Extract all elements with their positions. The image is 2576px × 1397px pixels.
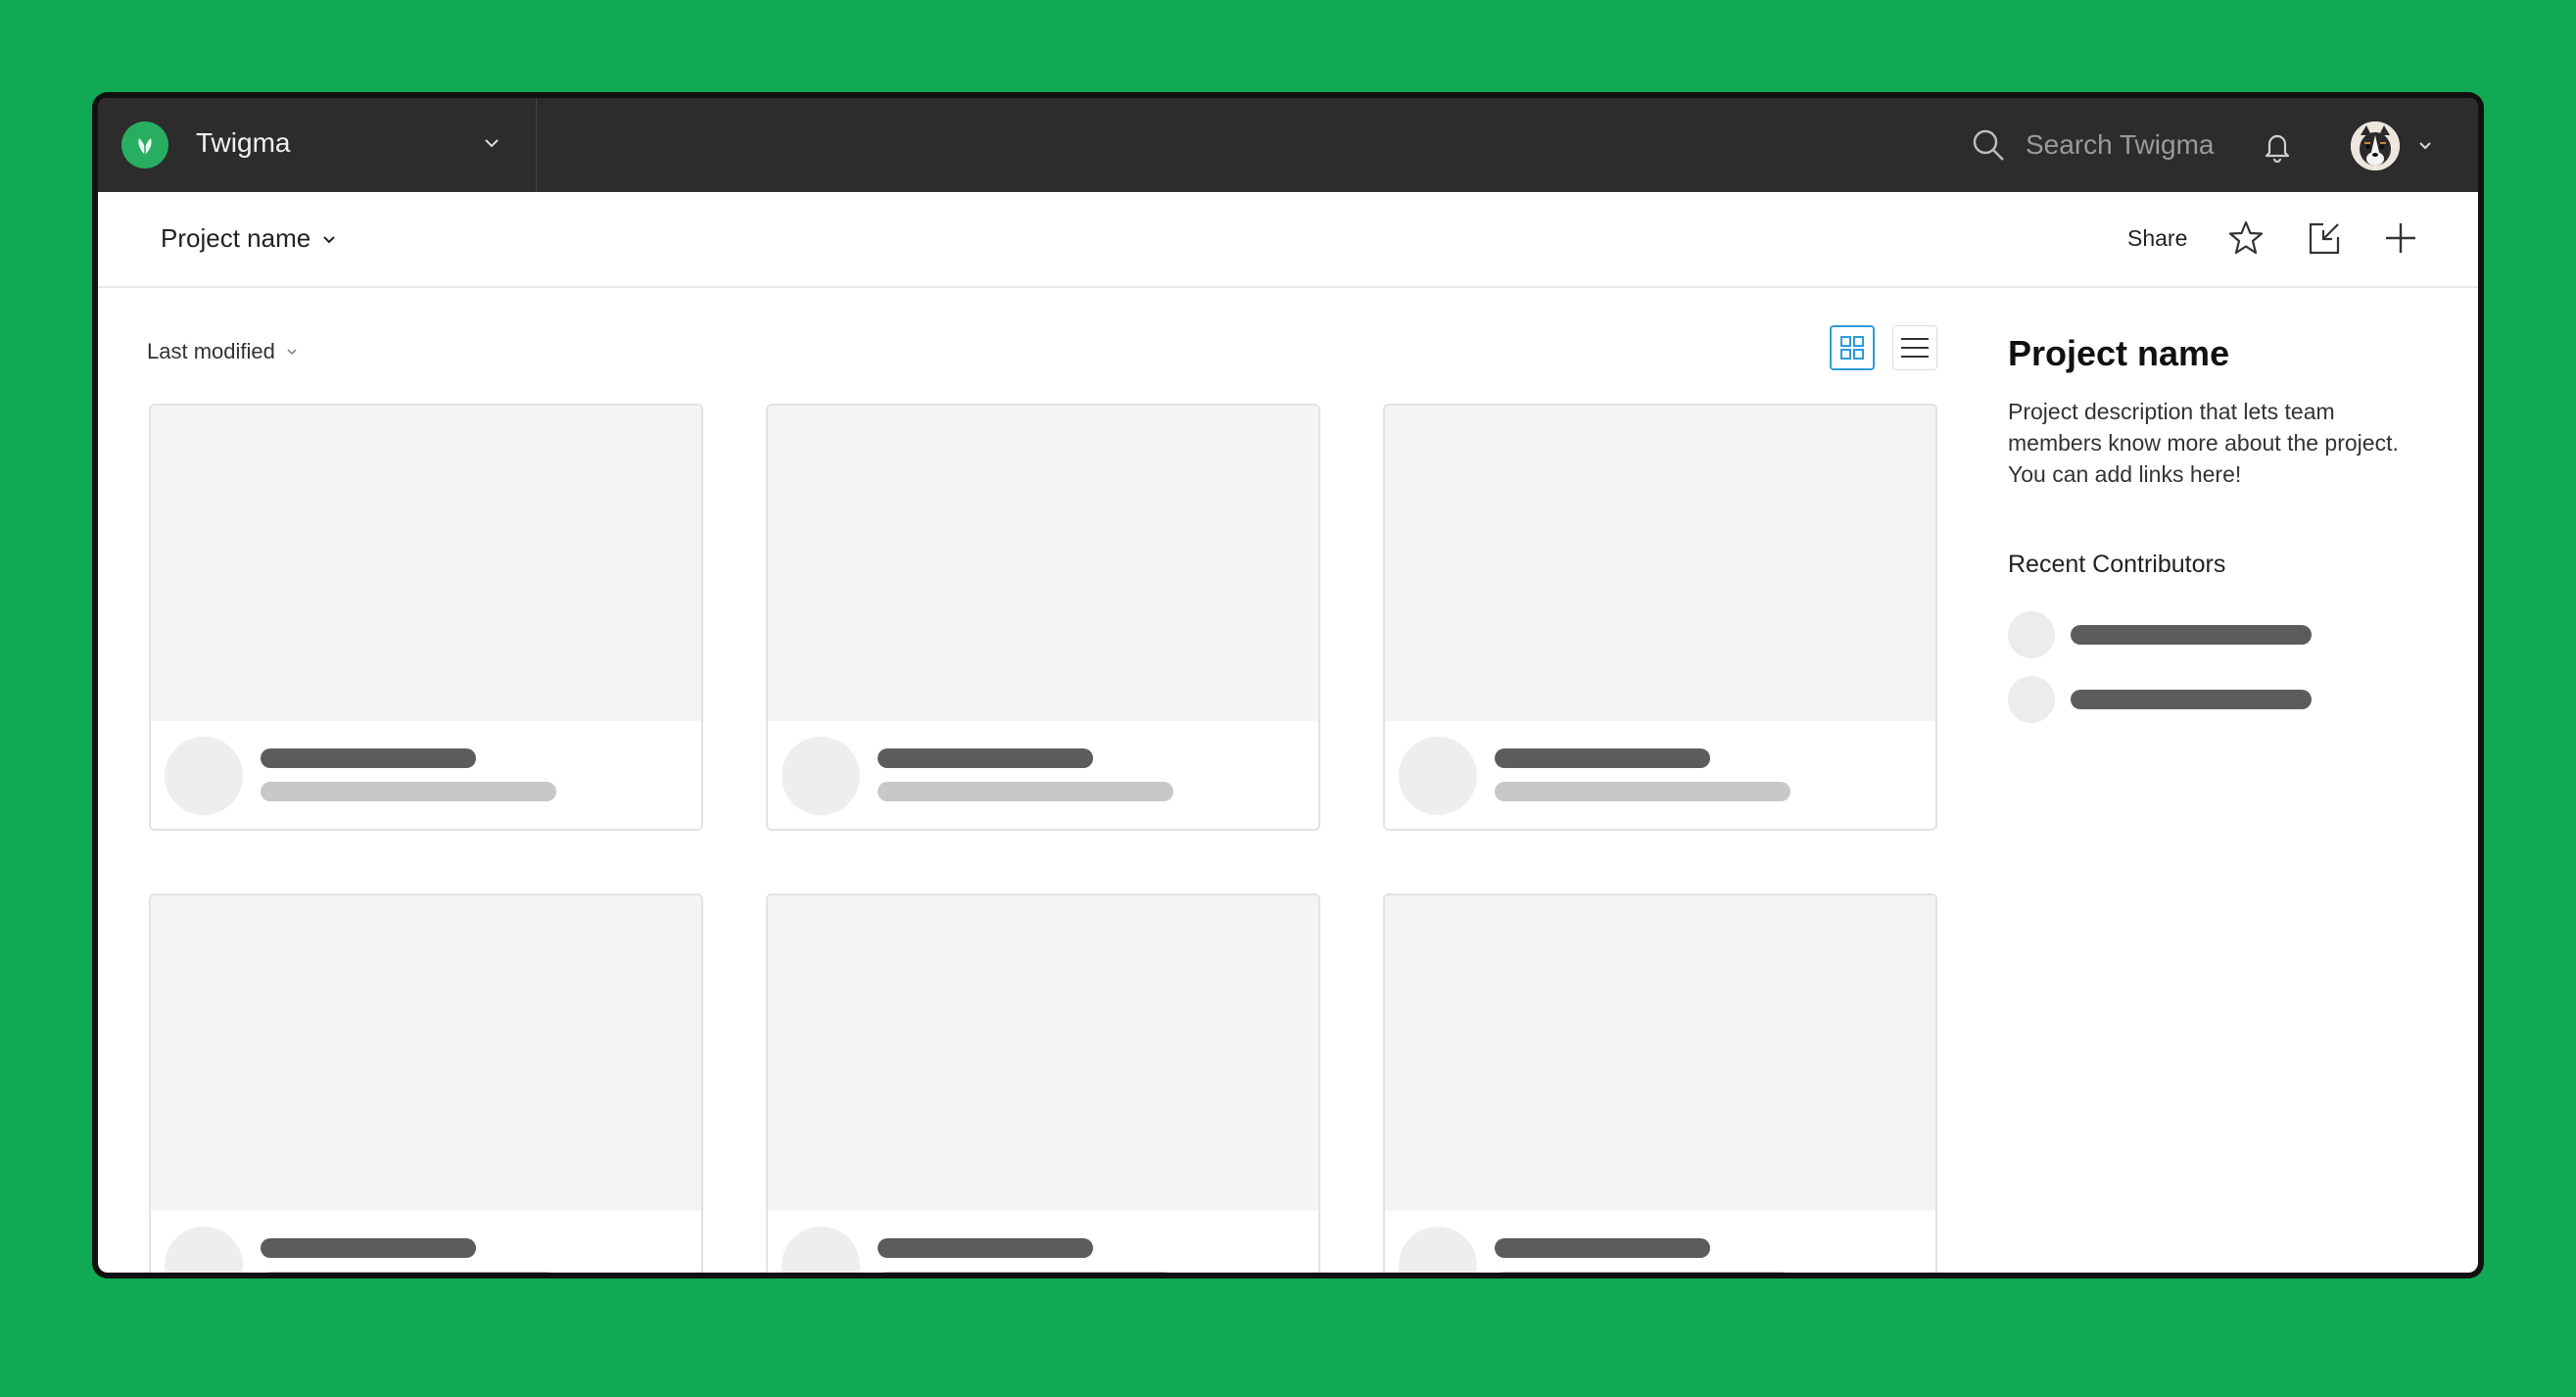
sort-label: Last modified	[147, 339, 275, 363]
file-meta-placeholder	[878, 782, 1173, 801]
app-window: Twigma Search Twigma Project name Share …	[92, 92, 2484, 1278]
sidebar-project-title: Project name	[2008, 333, 2230, 373]
project-header: Project name Share	[98, 192, 2478, 288]
list-view-icon	[1901, 338, 1929, 358]
avatar-placeholder	[1399, 737, 1477, 815]
app-content: Twigma Search Twigma Project name Share …	[98, 98, 2478, 1273]
team-switcher[interactable]: Twigma	[98, 98, 537, 192]
file-thumbnail	[151, 895, 701, 1211]
team-name: Twigma	[196, 127, 291, 158]
chevron-down-icon[interactable]	[2415, 135, 2435, 155]
file-meta-placeholder	[878, 1272, 1173, 1273]
file-meta-placeholder	[1495, 1272, 1790, 1273]
chevron-down-icon	[323, 235, 335, 243]
file-card[interactable]	[766, 404, 1320, 831]
avatar[interactable]	[2351, 121, 2400, 170]
file-title-placeholder	[878, 1238, 1093, 1258]
chevron-down-icon	[485, 139, 499, 148]
file-thumbnail	[151, 406, 701, 721]
avatar-placeholder	[165, 1227, 243, 1273]
contributor-name-placeholder	[2071, 625, 2312, 645]
grid-view-icon	[1840, 336, 1864, 360]
file-meta-placeholder	[1495, 782, 1790, 801]
file-thumbnail	[768, 406, 1318, 721]
contributor-item[interactable]	[2008, 611, 2321, 658]
file-meta-placeholder	[261, 782, 556, 801]
contributor-name-placeholder	[2071, 690, 2312, 709]
recent-contributors-heading: Recent Contributors	[2008, 551, 2226, 578]
file-card[interactable]	[149, 404, 703, 831]
file-card[interactable]	[1383, 404, 1937, 831]
avatar-placeholder	[2008, 611, 2055, 658]
search-icon	[1973, 129, 2004, 161]
contributor-item[interactable]	[2008, 676, 2321, 723]
top-bar: Twigma Search Twigma	[98, 98, 2478, 192]
project-description: Project description that lets team membe…	[2008, 399, 2399, 487]
avatar-placeholder	[165, 737, 243, 815]
file-title-placeholder	[1495, 748, 1710, 768]
file-card[interactable]	[1383, 893, 1937, 1273]
search-box[interactable]: Search Twigma	[1971, 121, 2225, 169]
avatar-placeholder	[1399, 1227, 1477, 1273]
file-title-placeholder	[261, 748, 476, 768]
list-view-button[interactable]	[1892, 325, 1937, 370]
plus-icon[interactable]	[2380, 217, 2421, 259]
bell-icon[interactable]	[2261, 129, 2294, 163]
file-card[interactable]	[149, 893, 703, 1273]
search-input[interactable]: Search Twigma	[2026, 129, 2214, 161]
file-meta-placeholder	[261, 1272, 556, 1273]
avatar-placeholder	[782, 737, 860, 815]
file-thumbnail	[1385, 895, 1935, 1211]
file-thumbnail	[768, 895, 1318, 1211]
project-name-dropdown[interactable]: Project name	[161, 223, 338, 254]
sort-dropdown[interactable]: Last modified	[147, 339, 299, 364]
file-title-placeholder	[878, 748, 1093, 768]
file-card[interactable]	[766, 893, 1320, 1273]
avatar-placeholder	[782, 1227, 860, 1273]
project-name: Project name	[161, 223, 311, 253]
share-button[interactable]: Share	[2127, 225, 2187, 252]
star-icon[interactable]	[2225, 217, 2266, 259]
chevron-down-icon	[287, 349, 297, 356]
file-thumbnail	[1385, 406, 1935, 721]
grid-view-button[interactable]	[1830, 325, 1875, 370]
import-icon[interactable]	[2304, 217, 2345, 259]
avatar-placeholder	[2008, 676, 2055, 723]
plant-logo-icon	[121, 121, 168, 169]
file-title-placeholder	[261, 1238, 476, 1258]
file-title-placeholder	[1495, 1238, 1710, 1258]
